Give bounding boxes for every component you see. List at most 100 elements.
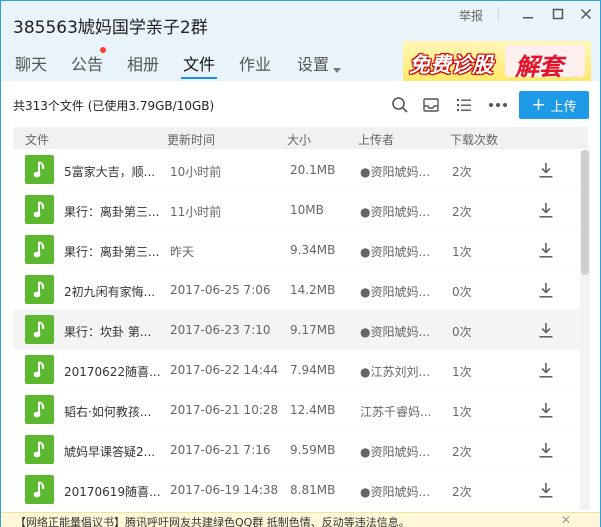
download-icon[interactable]: [538, 281, 554, 299]
file-row[interactable]: 果行：离卦第三... 昨天 9.34MB ●资阳虓妈... 1次: [13, 230, 580, 270]
file-row[interactable]: 果行：坎卦 第... 2017-06-23 7:10 9.17MB ●资阳虓妈... 0…: [13, 310, 580, 350]
scrollbar-thumb[interactable]: [581, 150, 589, 275]
minimize-icon[interactable]: [517, 4, 539, 24]
notice-text[interactable]: 【网络正能量倡议书】腾讯呼吁网友共建绿色QQ群 抵制色情、反动等违法信息。: [15, 514, 410, 527]
ad-text-secondary: 解套: [515, 53, 563, 81]
tab-announcement[interactable]: 公告: [71, 51, 103, 75]
download-icon[interactable]: [538, 361, 554, 379]
audio-file-icon: [25, 235, 54, 264]
file-uploader[interactable]: ●资阳虓妈...: [360, 163, 440, 180]
column-file[interactable]: 文件: [25, 131, 49, 148]
file-uploader[interactable]: ●资阳虓妈...: [360, 323, 440, 340]
file-row[interactable]: 20170622随喜... 2017-06-22 14:44 7.94MB ●江苏刘刘…: [13, 350, 580, 390]
tab-settings[interactable]: 设置: [297, 51, 329, 75]
tab-album[interactable]: 相册: [127, 51, 159, 75]
file-downloads: 0次: [452, 285, 472, 299]
storage-summary: 共313个文件 (已使用3.79GB/10GB): [13, 99, 215, 113]
file-row[interactable]: 虓妈早课答疑2... 2017-06-21 7:16 9.59MB ●资阳虓妈... 2…: [13, 430, 580, 470]
file-time: 昨天: [170, 245, 195, 259]
file-uploader[interactable]: 江苏千睿妈...: [360, 403, 440, 420]
audio-file-icon: [25, 355, 54, 384]
file-name[interactable]: 20170619随喜...: [64, 483, 164, 500]
notice-close-icon[interactable]: ✕: [561, 513, 571, 527]
settings-dropdown-icon[interactable]: [333, 59, 341, 78]
column-downloads[interactable]: 下载次数: [450, 131, 498, 148]
audio-file-icon: [25, 475, 54, 504]
audio-file-icon: [25, 275, 54, 304]
file-uploader[interactable]: ●资阳虓妈...: [360, 283, 440, 300]
file-downloads: 2次: [452, 205, 472, 219]
report-link[interactable]: 举报: [459, 7, 483, 24]
scrollbar[interactable]: [580, 150, 590, 510]
more-icon[interactable]: [488, 95, 508, 115]
file-uploader[interactable]: ●江苏刘刘...: [360, 363, 440, 380]
audio-file-icon: [25, 155, 54, 184]
file-table-header: 文件 更新时间 大小 上传者 下载次数: [13, 127, 588, 149]
download-icon[interactable]: [538, 241, 554, 259]
file-downloads: 2次: [452, 485, 472, 499]
file-name[interactable]: 果行：坎卦 第...: [64, 323, 164, 340]
maximize-icon[interactable]: [547, 4, 569, 24]
close-icon[interactable]: [575, 4, 597, 24]
file-uploader[interactable]: ●资阳虓妈...: [360, 443, 440, 460]
download-icon[interactable]: [538, 441, 554, 459]
file-downloads: 0次: [452, 325, 472, 339]
audio-file-icon: [25, 315, 54, 344]
download-icon[interactable]: [538, 161, 554, 179]
list-view-icon[interactable]: [454, 95, 474, 115]
file-downloads: 1次: [452, 405, 472, 419]
inbox-icon[interactable]: [421, 95, 441, 115]
group-title: 385563虓妈国学亲子2群: [13, 18, 208, 38]
column-updated[interactable]: 更新时间: [167, 131, 215, 148]
file-row[interactable]: 5富家大吉，顺... 10小时前 20.1MB ●资阳虓妈... 2次: [13, 150, 580, 190]
file-downloads: 1次: [452, 365, 472, 379]
file-row[interactable]: 韬右·如何教孩... 2017-06-21 10:28 12.4MB 江苏千睿妈...…: [13, 390, 580, 430]
file-time: 2017-06-25 7:06: [170, 283, 271, 297]
file-uploader[interactable]: ●资阳虓妈...: [360, 483, 440, 500]
file-size: 9.59MB: [290, 443, 336, 457]
file-uploader[interactable]: ●资阳虓妈...: [360, 243, 440, 260]
file-row[interactable]: 2初九闲有家悔... 2017-06-25 7:06 14.2MB ●资阳虓妈... 0…: [13, 270, 580, 310]
audio-file-icon: [25, 435, 54, 464]
file-size: 12.4MB: [290, 403, 336, 417]
download-icon[interactable]: [538, 481, 554, 499]
tab-files[interactable]: 文件: [180, 51, 218, 79]
file-name[interactable]: 20170622随喜...: [64, 363, 164, 380]
file-name[interactable]: 韬右·如何教孩...: [64, 403, 164, 420]
file-name[interactable]: 5富家大吉，顺...: [64, 163, 164, 180]
file-name[interactable]: 2初九闲有家悔...: [64, 283, 164, 300]
announcement-new-dot: [100, 47, 106, 53]
file-time: 2017-06-21 10:28: [170, 403, 279, 417]
download-icon[interactable]: [538, 401, 554, 419]
tab-chat[interactable]: 聊天: [15, 51, 47, 75]
tab-homework[interactable]: 作业: [239, 51, 271, 75]
ad-text-primary: 免费诊股: [409, 53, 493, 77]
download-icon[interactable]: [538, 321, 554, 339]
file-size: 7.94MB: [290, 363, 336, 377]
file-row[interactable]: 果行：离卦第三... 11小时前 10MB ●资阳虓妈... 2次: [13, 190, 580, 230]
file-name[interactable]: 虓妈早课答疑2...: [64, 443, 164, 460]
file-downloads: 2次: [452, 445, 472, 459]
file-time: 2017-06-21 7:16: [170, 443, 271, 457]
file-downloads: 1次: [452, 245, 472, 259]
file-uploader[interactable]: ●资阳虓妈...: [360, 203, 440, 220]
upload-button[interactable]: + 上传: [519, 91, 589, 119]
search-icon[interactable]: [390, 95, 410, 115]
file-time: 2017-06-19 14:38: [170, 483, 279, 497]
file-size: 14.2MB: [290, 283, 336, 297]
column-size[interactable]: 大小: [287, 131, 311, 148]
file-name[interactable]: 果行：离卦第三...: [64, 243, 164, 260]
file-time: 2017-06-23 7:10: [170, 323, 271, 337]
notice-bar: 【网络正能量倡议书】腾讯呼吁网友共建绿色QQ群 抵制色情、反动等违法信息。 ✕: [1, 512, 600, 527]
audio-file-icon: [25, 195, 54, 224]
upload-label: 上传: [550, 99, 577, 115]
column-uploader[interactable]: 上传者: [358, 131, 394, 148]
divider: [488, 4, 510, 24]
download-icon[interactable]: [538, 201, 554, 219]
ad-banner[interactable]: 免费诊股 解套: [403, 41, 591, 81]
file-name[interactable]: 果行：离卦第三...: [64, 203, 164, 220]
file-time: 2017-06-22 14:44: [170, 363, 279, 377]
file-row[interactable]: 20170619随喜... 2017-06-19 14:38 8.81MB ●资阳虓妈…: [13, 470, 580, 510]
file-downloads: 2次: [452, 165, 472, 179]
file-size: 10MB: [290, 203, 324, 217]
